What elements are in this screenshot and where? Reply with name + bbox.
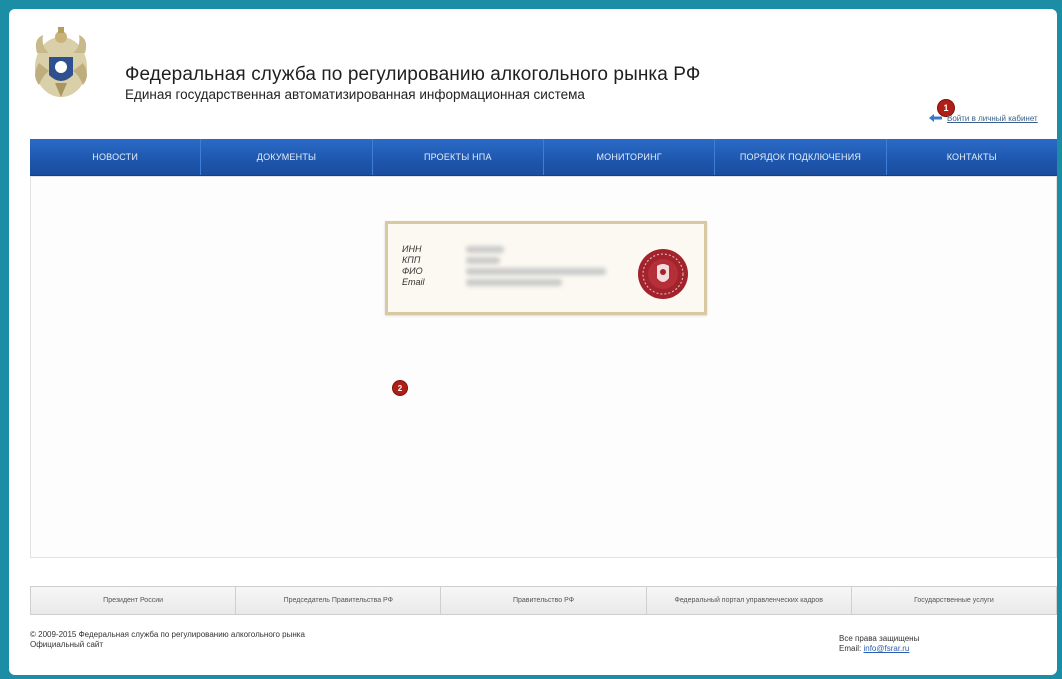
main-nav: Новости Документы Проекты НПА Мониторинг… [30,139,1057,176]
certificate-values-blurred [466,244,616,290]
cert-label-kpp: КПП [402,255,421,265]
email-line: Email: info@fsrar.ru [839,644,919,654]
login-link-label: Войти в личный кабинет [947,113,1038,123]
browser-frame: Федеральная служба по регулированию алко… [9,9,1057,675]
site-subtitle: Единая государственная автоматизированна… [125,87,585,102]
blurred-value-email [466,279,562,286]
copyright: © 2009-2015 Федеральная служба по регули… [30,630,305,650]
copyright-line-1: © 2009-2015 Федеральная служба по регули… [30,630,305,639]
nav-item-connection[interactable]: Порядок подключения [715,139,887,175]
footer-links-bar: Президент России Председатель Правительс… [30,586,1057,615]
site-title: Федеральная служба по регулированию алко… [125,64,701,85]
footer-link-personnel-portal[interactable]: Федеральный портал управленческих кадров [647,587,852,614]
footer-link-prime-minister[interactable]: Председатель Правительства РФ [236,587,442,614]
certificate-labels: ИНН КПП ФИО Email [402,244,425,288]
nav-item-monitoring[interactable]: Мониторинг [544,139,716,175]
cert-label-inn: ИНН [402,244,422,254]
copyright-line-2: Официальный сайт [30,640,104,649]
step-badge-2: 2 [393,381,407,395]
login-link[interactable]: Войти в личный кабинет [928,113,1038,123]
certificate-seal-icon [638,249,688,299]
content-panel: 2 ИНН КПП ФИО Email [30,176,1057,558]
certificate-card[interactable]: ИНН КПП ФИО Email [385,221,707,315]
rights-block: Все права защищены Email: info@fsrar.ru [839,634,919,654]
blurred-value-kpp [466,257,500,264]
rights-text: Все права защищены [839,634,920,643]
footer-link-gosuslugi[interactable]: Государственные услуги [852,587,1056,614]
cert-label-fio: ФИО [402,266,423,276]
nav-item-contacts[interactable]: Контакты [887,139,1057,175]
nav-item-documents[interactable]: Документы [201,139,373,175]
email-link[interactable]: info@fsrar.ru [863,644,909,653]
footer-link-president[interactable]: Президент России [31,587,237,614]
coat-of-arms-logo [35,27,87,97]
blurred-value-inn [466,246,504,253]
blurred-value-fio [466,268,606,275]
footer-link-government[interactable]: Правительство РФ [441,587,647,614]
nav-item-npa-projects[interactable]: Проекты НПА [373,139,544,175]
email-label: Email: [839,644,862,653]
nav-item-news[interactable]: Новости [30,139,202,175]
login-arrow-icon [929,114,942,122]
cert-label-email: Email [402,277,425,287]
